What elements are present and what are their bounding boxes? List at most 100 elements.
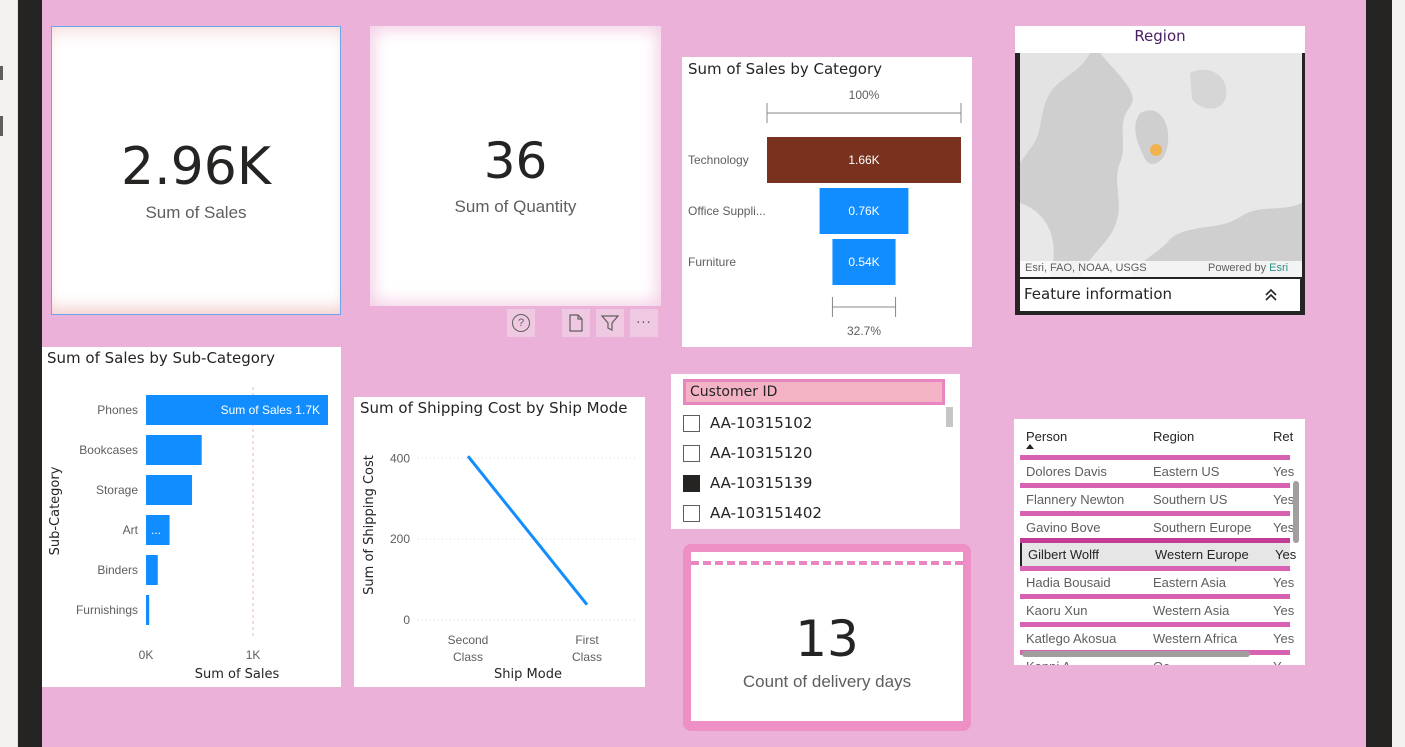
- kpi-card-sales[interactable]: 2.96K Sum of Sales: [51, 26, 341, 315]
- slicer-item-label: AA-10315120: [710, 444, 813, 462]
- cell-ret: Yes: [1273, 575, 1295, 591]
- funnel-chart[interactable]: Sum of Sales by Category 100% 1.66K Techno…: [682, 57, 972, 347]
- cell-ret: Yes: [1273, 603, 1295, 618]
- subcategory-bar-chart[interactable]: Sum of Sales by Sub-Category Phones Bookc…: [42, 347, 341, 687]
- kpi-value: 36: [483, 132, 548, 190]
- filter-button[interactable]: [596, 309, 624, 337]
- checkbox[interactable]: [683, 414, 700, 432]
- table-row[interactable]: Flannery Newton Southern US Yes: [1020, 488, 1294, 512]
- feature-info-label: Feature information: [1024, 285, 1173, 303]
- cell-person: Dolores Davis: [1026, 464, 1107, 479]
- page-nav-icon[interactable]: [0, 66, 3, 80]
- kpi-label: Count of delivery days: [742, 672, 912, 691]
- table-row[interactable]: Gilbert Wolff Western Europe Yes: [1020, 543, 1296, 568]
- esri-link[interactable]: Esri: [1269, 262, 1288, 274]
- map-visual[interactable]: Region Esri, FAO, NOAA, USGS Powered by …: [1015, 26, 1305, 315]
- funnel-category-label: Technology: [688, 153, 749, 167]
- column-header-ret[interactable]: Ret: [1273, 429, 1293, 444]
- checkbox[interactable]: [683, 504, 700, 522]
- map-attribution: Esri, FAO, NOAA, USGS: [1025, 262, 1147, 274]
- slicer-header: Customer ID: [683, 379, 945, 405]
- left-gutter: [0, 0, 18, 747]
- table-horizontal-scrollbar[interactable]: [1022, 651, 1250, 657]
- page-nav-icon-2[interactable]: [0, 116, 3, 136]
- slicer-scrollbar[interactable]: [946, 407, 953, 427]
- cell-region: Southern Europe: [1153, 519, 1252, 535]
- column-header-person[interactable]: Person: [1026, 429, 1067, 444]
- kpi-card-quantity[interactable]: 36 Sum of Quantity: [370, 26, 661, 306]
- subcategory-plot: Phones Bookcases Storage Art Binders Furnishi…: [48, 387, 328, 682]
- y-tick-label: 0: [403, 613, 410, 627]
- chevron-up-icon[interactable]: [1264, 288, 1278, 302]
- slicer-item[interactable]: AA-10315102: [683, 411, 812, 435]
- funnel-bottom-pct: 32.7%: [847, 324, 881, 338]
- table-row[interactable]: Gavino Bove Southern Europe Yes: [1020, 516, 1294, 540]
- y-axis-title: Sum of Shipping Cost: [362, 455, 377, 595]
- cell-person: Gilbert Wolff: [1028, 547, 1100, 563]
- cell-region: Eastern US: [1153, 464, 1220, 479]
- x-tick-label: First: [575, 633, 599, 647]
- slicer-item[interactable]: AA-10315139: [683, 471, 812, 495]
- people-table[interactable]: Person Region Ret Dolores Davis Eastern U…: [1014, 419, 1305, 665]
- kpi-card-delivery[interactable]: 13 Count of delivery days: [683, 544, 971, 731]
- kpi-value: 2.96K: [121, 137, 271, 197]
- category-tick-label: Bookcases: [79, 443, 138, 457]
- slicer-item[interactable]: AA-103151402: [683, 501, 822, 525]
- kpi-label: Sum of Quantity: [454, 197, 577, 216]
- map-area[interactable]: [1020, 53, 1302, 277]
- checkbox-checked[interactable]: [683, 474, 700, 492]
- funnel-bar-label: 0.76K: [848, 204, 879, 218]
- customer-slicer[interactable]: Customer ID AA-10315102 AA-10315120 AA-103…: [671, 374, 960, 529]
- help-icon: ?: [512, 314, 530, 332]
- slicer-header-label: Customer ID: [690, 384, 778, 400]
- checkbox[interactable]: [683, 444, 700, 462]
- feature-info-panel[interactable]: Feature information: [1020, 279, 1300, 311]
- cell-person: Gavino Bove: [1026, 519, 1101, 535]
- more-icon: ···: [636, 315, 652, 331]
- table-vertical-scrollbar[interactable]: [1293, 481, 1299, 543]
- funnel-plot: 100% 1.66K Technology 0.76K Office Suppli...…: [688, 88, 962, 338]
- cell-region: Southern US: [1153, 491, 1228, 507]
- series-line[interactable]: [466, 455, 589, 606]
- more-options-button[interactable]: ···: [630, 309, 658, 337]
- column-header-region[interactable]: Region: [1153, 429, 1194, 444]
- sort-ascending-icon: [1026, 444, 1034, 449]
- cell-ret: Yes: [1275, 547, 1297, 563]
- map-title: Region: [1134, 27, 1186, 45]
- table-row[interactable]: Dolores Davis Eastern US Yes: [1020, 460, 1294, 484]
- x-tick-label: Class: [453, 650, 483, 664]
- x-tick-label: 1K: [246, 648, 261, 662]
- x-axis-title: Ship Mode: [494, 667, 562, 682]
- table-row[interactable]: Kaoru Xun Western Asia Yes: [1020, 599, 1294, 623]
- category-tick-label: Phones: [97, 403, 138, 417]
- cell-ret: Yes: [1273, 491, 1295, 507]
- help-button[interactable]: ?: [507, 309, 535, 337]
- y-axis-title: Sub-Category: [48, 466, 63, 555]
- table-row[interactable]: Katlego Akosua Western Africa Yes: [1020, 627, 1294, 651]
- y-tick-label: 200: [390, 532, 410, 546]
- right-gutter: [1392, 0, 1405, 747]
- table-row[interactable]: Hadia Bousaid Eastern Asia Yes: [1020, 571, 1294, 595]
- bar[interactable]: [146, 475, 193, 505]
- funnel-category-label: Office Suppli...: [688, 204, 766, 218]
- bar[interactable]: [146, 555, 158, 585]
- bar[interactable]: [146, 595, 150, 625]
- page-icon: [569, 314, 583, 332]
- bar-data-label-truncated: ...: [151, 523, 161, 537]
- bar[interactable]: [146, 435, 202, 465]
- y-tick-label: 400: [390, 451, 410, 465]
- x-tick-label: Class: [572, 650, 602, 664]
- filter-icon: [601, 315, 619, 331]
- funnel-top-pct: 100%: [849, 88, 880, 102]
- x-tick-label: Second: [448, 633, 489, 647]
- funnel-bar-label: 1.66K: [848, 153, 879, 167]
- map-marker[interactable]: [1150, 144, 1162, 156]
- bar-data-label: Sum of Sales 1.7K: [221, 403, 320, 417]
- shipping-line-chart[interactable]: Sum of Shipping Cost by Ship Mode 400 200…: [354, 397, 645, 687]
- category-tick-label: Binders: [97, 563, 138, 577]
- export-button[interactable]: [562, 309, 590, 337]
- kpi-value: 13: [795, 610, 859, 668]
- slicer-item[interactable]: AA-10315120: [683, 441, 812, 465]
- x-tick-label: 0K: [139, 648, 154, 662]
- shipping-plot: 400 200 0 Second Class First Class Ship Mode Sum…: [362, 451, 637, 682]
